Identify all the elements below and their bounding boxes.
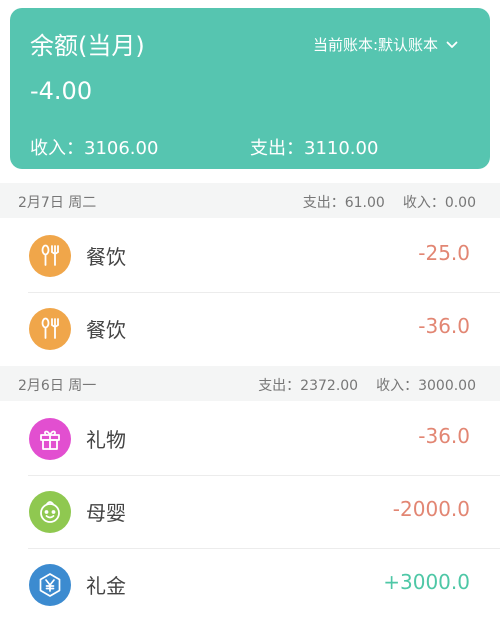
amount: -36.0 bbox=[418, 424, 470, 448]
balance-summary-card: 余额(当月) 当前账本:默认账本 -4.00 收入：3106.00 支出：311… bbox=[10, 8, 490, 169]
month-expense: 支出：3110.00 bbox=[250, 138, 379, 159]
category-label: 餐饮 bbox=[86, 245, 126, 269]
chevron-down-icon bbox=[446, 41, 458, 48]
category-label: 礼物 bbox=[86, 428, 126, 452]
category-label: 餐饮 bbox=[86, 318, 126, 342]
fork-spoon-icon bbox=[29, 308, 71, 350]
yen-icon bbox=[29, 564, 71, 606]
account-switcher[interactable]: 当前账本:默认账本 bbox=[313, 34, 458, 55]
transaction-row[interactable]: 礼物 -36.0 bbox=[0, 402, 500, 475]
balance-amount: -4.00 bbox=[30, 77, 93, 105]
balance-title: 余额(当月) bbox=[30, 32, 145, 60]
transaction-row[interactable]: 礼金 +3000.0 bbox=[0, 548, 500, 621]
amount: -36.0 bbox=[418, 314, 470, 338]
amount: -2000.0 bbox=[392, 497, 470, 521]
day-expense-total: 支出：2372.00 bbox=[258, 378, 359, 394]
day-income-total: 收入：3000.00 bbox=[376, 378, 476, 394]
day-date: 2月7日 周二 bbox=[18, 195, 97, 211]
day-header: 2月7日 周二 支出：61.00 收入：0.00 bbox=[0, 183, 500, 218]
transaction-row[interactable]: 餐饮 -36.0 bbox=[0, 292, 500, 365]
day-income-total: 收入：0.00 bbox=[402, 195, 476, 211]
fork-spoon-icon bbox=[29, 235, 71, 277]
transaction-row[interactable]: 餐饮 -25.0 bbox=[0, 219, 500, 292]
amount: +3000.0 bbox=[383, 570, 470, 594]
category-label: 母婴 bbox=[86, 501, 126, 525]
amount: -25.0 bbox=[418, 241, 470, 265]
category-label: 礼金 bbox=[86, 574, 126, 598]
day-header: 2月6日 周一 支出：2372.00 收入：3000.00 bbox=[0, 366, 500, 401]
day-expense-total: 支出：61.00 bbox=[302, 195, 385, 211]
transaction-row[interactable]: 母婴 -2000.0 bbox=[0, 475, 500, 548]
month-income: 收入：3106.00 bbox=[30, 138, 159, 159]
gift-icon bbox=[29, 418, 71, 460]
baby-face-icon bbox=[29, 491, 71, 533]
day-date: 2月6日 周一 bbox=[18, 378, 97, 394]
account-label: 当前账本:默认账本 bbox=[312, 36, 438, 54]
